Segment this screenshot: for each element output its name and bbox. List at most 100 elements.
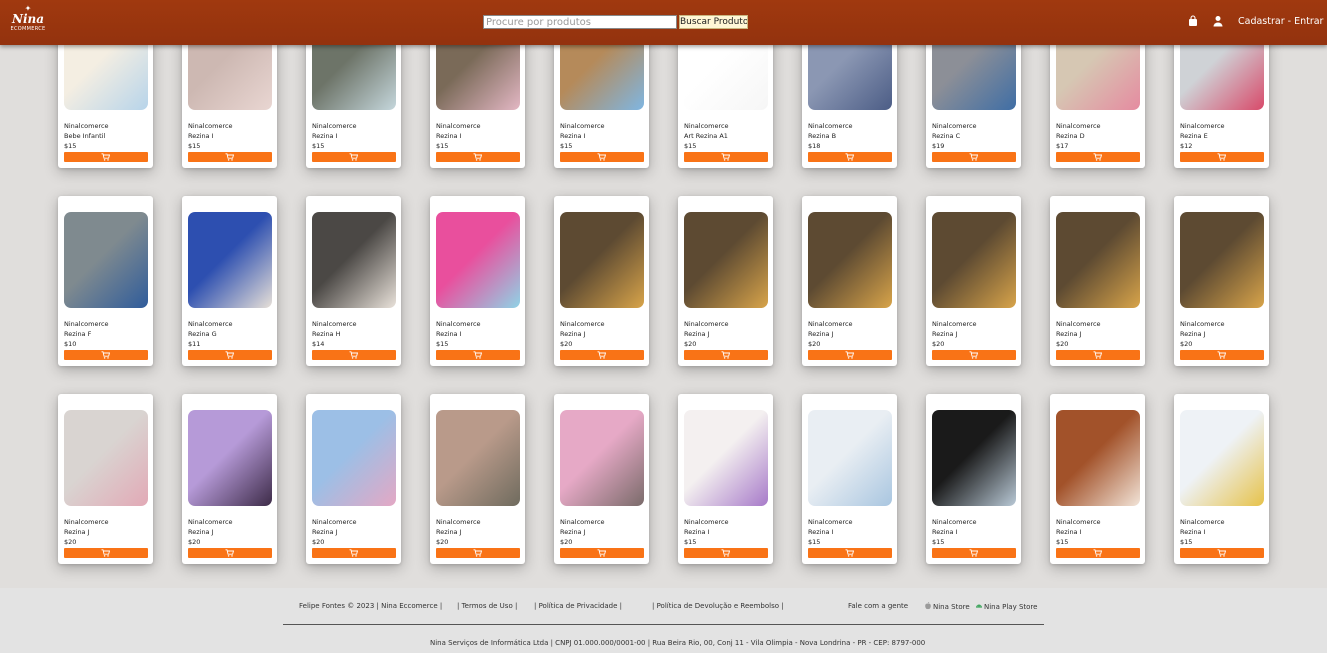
add-to-cart-button[interactable] (808, 152, 892, 162)
footer-returns-link[interactable]: | Política de Devolução e Reembolso | (652, 602, 784, 611)
footer-play-store-link[interactable]: Nina Play Store (975, 602, 1037, 612)
footer-terms-link[interactable]: | Termos de Uso | (457, 602, 517, 611)
cart-icon (969, 351, 978, 359)
product-image[interactable] (560, 212, 644, 308)
footer-privacy-link[interactable]: | Política de Privacidade | (534, 602, 622, 611)
product-image[interactable] (436, 212, 520, 308)
product-price: $20 (560, 538, 573, 546)
add-to-cart-button[interactable] (932, 548, 1016, 558)
product-card[interactable]: Ninalcomerce Rezina J $20 (306, 394, 401, 564)
product-card[interactable]: Ninalcomerce Rezina J $20 (182, 394, 277, 564)
product-image[interactable] (312, 410, 396, 506)
add-to-cart-button[interactable] (436, 350, 520, 360)
product-seller: Ninalcomerce (684, 320, 729, 328)
shopping-bag-icon[interactable] (1187, 15, 1199, 27)
product-card[interactable]: Ninalcomerce Rezina J $20 (802, 196, 897, 366)
product-image[interactable] (312, 212, 396, 308)
add-to-cart-button[interactable] (932, 152, 1016, 162)
add-to-cart-button[interactable] (684, 350, 768, 360)
product-image[interactable] (1180, 212, 1264, 308)
user-icon[interactable] (1212, 15, 1224, 27)
product-card[interactable]: Ninalcomerce Rezina G $11 (182, 196, 277, 366)
add-to-cart-button[interactable] (1180, 152, 1264, 162)
footer-contact-link[interactable]: Fale com a gente (848, 602, 908, 611)
add-to-cart-button[interactable] (1180, 350, 1264, 360)
product-image[interactable] (436, 410, 520, 506)
product-card[interactable]: Ninalcomerce Rezina J $20 (58, 394, 153, 564)
product-image[interactable] (560, 410, 644, 506)
product-name: Bebe Infantil (64, 132, 106, 140)
product-name: Rezina J (560, 528, 586, 536)
product-image[interactable] (808, 410, 892, 506)
top-nav-bar: ✦ Nina ECOMMERCE Buscar Produto Cadastra… (0, 0, 1327, 45)
footer-copyright: Felipe Fontes © 2023 | Nina Eccomerce | (299, 602, 443, 610)
footer: Felipe Fontes © 2023 | Nina Eccomerce | … (0, 588, 1327, 653)
product-card[interactable]: Ninalcomerce Rezina I $15 (678, 394, 773, 564)
add-to-cart-button[interactable] (64, 350, 148, 360)
add-to-cart-button[interactable] (1056, 152, 1140, 162)
add-to-cart-button[interactable] (684, 548, 768, 558)
product-image[interactable] (1056, 212, 1140, 308)
add-to-cart-button[interactable] (312, 152, 396, 162)
add-to-cart-button[interactable] (436, 152, 520, 162)
product-card[interactable]: Ninalcomerce Rezina J $20 (1050, 196, 1145, 366)
product-image[interactable] (932, 212, 1016, 308)
add-to-cart-button[interactable] (1056, 350, 1140, 360)
product-image[interactable] (808, 212, 892, 308)
add-to-cart-button[interactable] (808, 548, 892, 558)
product-price: $15 (188, 142, 201, 150)
product-image[interactable] (1056, 410, 1140, 506)
product-name: Rezina E (1180, 132, 1208, 140)
add-to-cart-button[interactable] (312, 548, 396, 558)
add-to-cart-button[interactable] (188, 350, 272, 360)
add-to-cart-button[interactable] (312, 350, 396, 360)
product-card[interactable]: Ninalcomerce Rezina J $20 (554, 196, 649, 366)
product-card[interactable]: Ninalcomerce Rezina F $10 (58, 196, 153, 366)
product-image[interactable] (64, 410, 148, 506)
product-card[interactable]: Ninalcomerce Rezina I $15 (1174, 394, 1269, 564)
add-to-cart-button[interactable] (1180, 548, 1264, 558)
product-seller: Ninalcomerce (932, 122, 977, 130)
product-card[interactable]: Ninalcomerce Rezina I $15 (430, 196, 525, 366)
add-to-cart-button[interactable] (560, 548, 644, 558)
cart-icon (225, 351, 234, 359)
add-to-cart-button[interactable] (808, 350, 892, 360)
product-card[interactable]: Ninalcomerce Rezina I $15 (1050, 394, 1145, 564)
add-to-cart-button[interactable] (1056, 548, 1140, 558)
product-card[interactable]: Ninalcomerce Rezina H $14 (306, 196, 401, 366)
search-button[interactable]: Buscar Produto (679, 15, 748, 29)
product-image[interactable] (188, 212, 272, 308)
product-seller: Ninalcomerce (436, 122, 481, 130)
product-card[interactable]: Ninalcomerce Rezina I $15 (802, 394, 897, 564)
nina-logo[interactable]: ✦ Nina ECOMMERCE (10, 4, 46, 42)
register-login-link[interactable]: Cadastrar - Entrar (1238, 16, 1323, 28)
add-to-cart-button[interactable] (684, 152, 768, 162)
footer-apple-store-link[interactable]: Nina Store (924, 602, 970, 612)
product-card[interactable]: Ninalcomerce Rezina J $20 (430, 394, 525, 564)
add-to-cart-button[interactable] (560, 350, 644, 360)
add-to-cart-button[interactable] (64, 152, 148, 162)
product-seller: Ninalcomerce (808, 320, 853, 328)
add-to-cart-button[interactable] (932, 350, 1016, 360)
add-to-cart-button[interactable] (560, 152, 644, 162)
product-card[interactable]: Ninalcomerce Rezina J $20 (1174, 196, 1269, 366)
add-to-cart-button[interactable] (64, 548, 148, 558)
product-image[interactable] (684, 410, 768, 506)
cart-icon (473, 351, 482, 359)
add-to-cart-button[interactable] (188, 548, 272, 558)
product-image[interactable] (1180, 410, 1264, 506)
product-image[interactable] (64, 212, 148, 308)
product-card[interactable]: Ninalcomerce Rezina J $20 (926, 196, 1021, 366)
add-to-cart-button[interactable] (436, 548, 520, 558)
add-to-cart-button[interactable] (188, 152, 272, 162)
search-input[interactable] (483, 15, 677, 29)
product-image[interactable] (684, 212, 768, 308)
product-card[interactable]: Ninalcomerce Rezina I $15 (926, 394, 1021, 564)
product-image[interactable] (188, 410, 272, 506)
product-card[interactable]: Ninalcomerce Rezina J $20 (678, 196, 773, 366)
product-image[interactable] (932, 410, 1016, 506)
product-card[interactable]: Ninalcomerce Rezina J $20 (554, 394, 649, 564)
product-price: $15 (684, 142, 697, 150)
product-name: Rezina B (808, 132, 837, 140)
product-seller: Ninalcomerce (932, 320, 977, 328)
